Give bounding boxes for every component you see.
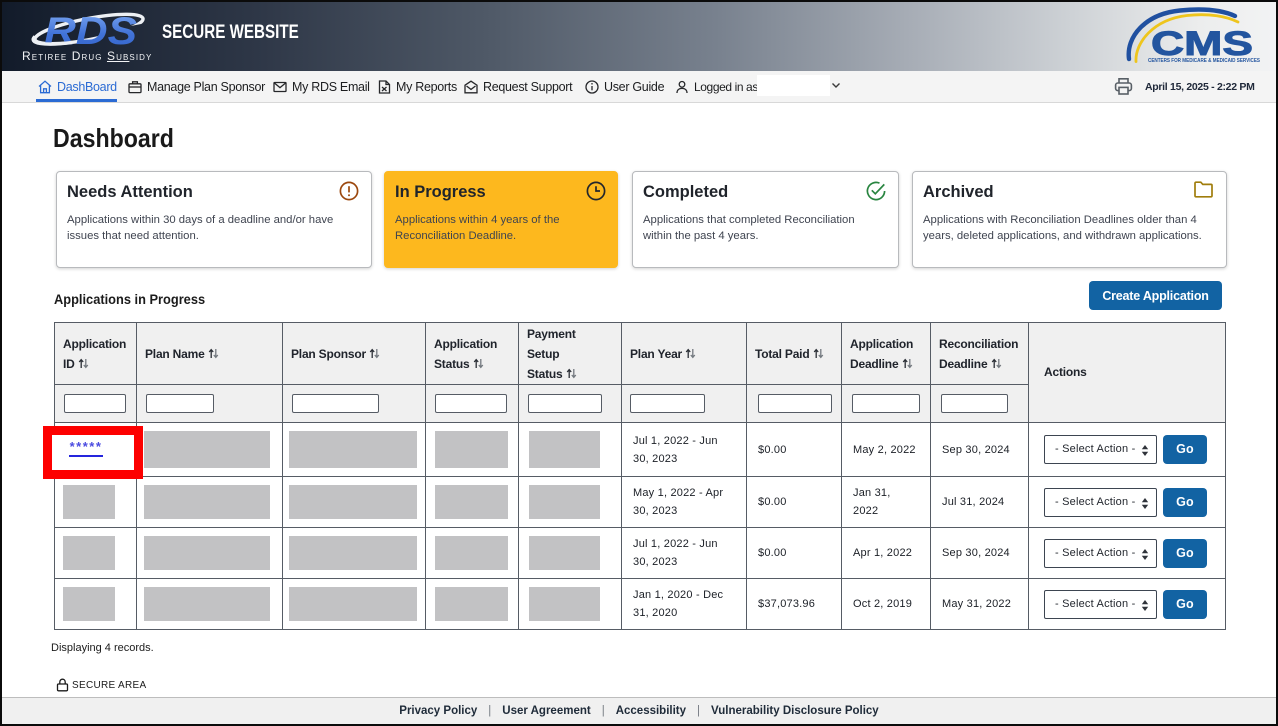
svg-text:CENTERS FOR MEDICARE & MEDICAI: CENTERS FOR MEDICARE & MEDICAID SERVICES (1148, 58, 1260, 64)
svg-text:RDS: RDS (44, 10, 137, 53)
